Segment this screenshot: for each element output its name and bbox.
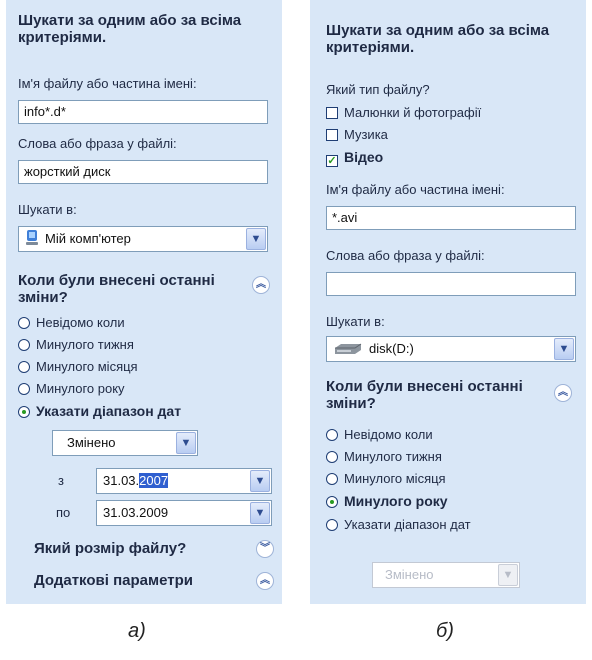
from-date-select[interactable]: 31.03.2007 ▼ xyxy=(96,468,272,494)
advanced-heading[interactable]: Додаткові параметри xyxy=(34,572,193,589)
size-heading[interactable]: Який розмір файлу? xyxy=(34,540,186,557)
chevron-down-icon[interactable]: ▼ xyxy=(554,338,574,360)
search-in-select[interactable]: Мій комп'ютер ▼ xyxy=(18,226,268,252)
radio-last-month[interactable]: Минулого місяця xyxy=(18,358,138,376)
caption-a: а) xyxy=(128,620,146,642)
radio-last-year[interactable]: Минулого року xyxy=(18,380,125,398)
double-chevron-up-icon[interactable]: ︽ xyxy=(256,572,274,590)
chevron-down-icon: ▼ xyxy=(498,564,518,586)
filename-label: Ім'я файлу або частина імені: xyxy=(326,182,505,197)
search-heading: Шукати за одним або за всіма критеріями. xyxy=(326,22,550,56)
date-type-select: Змінено ▼ xyxy=(372,562,520,588)
phrase-label: Слова або фраза у файлі: xyxy=(18,136,177,151)
search-in-select[interactable]: disk(D:) ▼ xyxy=(326,336,576,362)
checkbox-pictures[interactable]: Малюнки й фотографії xyxy=(326,104,481,122)
radio-unknown[interactable]: Невідомо коли xyxy=(326,426,433,444)
from-date-prefix: 31.03. xyxy=(103,473,140,488)
radio-unknown[interactable]: Невідомо коли xyxy=(18,314,125,332)
checkbox-video[interactable]: ✓ Відео xyxy=(326,148,383,167)
phrase-label: Слова або фраза у файлі: xyxy=(326,248,485,263)
radio-last-year[interactable]: Минулого року xyxy=(326,492,448,510)
search-in-label: Шукати в: xyxy=(18,202,77,217)
modified-heading: Коли були внесені останні зміни? xyxy=(326,378,523,412)
radio-last-week[interactable]: Минулого тижня xyxy=(326,448,442,466)
radio-last-month[interactable]: Минулого місяця xyxy=(326,470,446,488)
modified-heading: Коли були внесені останні зміни? xyxy=(18,272,215,306)
caption-b: б) xyxy=(436,620,454,642)
radio-date-range[interactable]: Указати діапазон дат xyxy=(18,402,181,420)
to-date-value: 31.03.2009 xyxy=(103,505,169,520)
checkmark-icon: ✓ xyxy=(326,155,338,167)
radio-date-range[interactable]: Указати діапазон дат xyxy=(326,516,471,534)
double-chevron-down-icon[interactable]: ︾ xyxy=(256,540,274,558)
chevron-down-icon[interactable]: ▼ xyxy=(250,470,270,492)
chevron-down-icon[interactable]: ▼ xyxy=(250,502,270,524)
double-chevron-up-icon[interactable]: ︽ xyxy=(554,384,572,402)
hard-disk-icon xyxy=(335,343,362,354)
search-panel-b: Шукати за одним або за всіма критеріями.… xyxy=(310,0,586,604)
search-in-label: Шукати в: xyxy=(326,314,385,329)
to-date-select[interactable]: 31.03.2009 ▼ xyxy=(96,500,272,526)
computer-icon xyxy=(26,230,38,245)
filename-input[interactable]: *.avi xyxy=(326,206,576,230)
phrase-input[interactable]: жорсткий диск xyxy=(18,160,268,184)
filename-input[interactable]: info*.d* xyxy=(18,100,268,124)
checkbox-music[interactable]: Музика xyxy=(326,126,388,144)
search-heading: Шукати за одним або за всіма критеріями. xyxy=(18,12,242,46)
search-in-value: Мій комп'ютер xyxy=(45,231,131,246)
chevron-down-icon[interactable]: ▼ xyxy=(246,228,266,250)
chevron-down-icon[interactable]: ▼ xyxy=(176,432,196,454)
double-chevron-up-icon[interactable]: ︽ xyxy=(252,276,270,294)
filename-label: Ім'я файлу або частина імені: xyxy=(18,76,197,91)
search-in-value: disk(D:) xyxy=(369,341,414,356)
search-panel-a: Шукати за одним або за всіма критеріями.… xyxy=(6,0,282,604)
from-label: з xyxy=(58,473,64,488)
to-label: по xyxy=(56,505,71,520)
date-type-value: Змінено xyxy=(385,567,434,582)
phrase-input[interactable] xyxy=(326,272,576,296)
date-type-value: Змінено xyxy=(67,435,116,450)
date-type-select[interactable]: Змінено ▼ xyxy=(52,430,198,456)
file-type-label: Який тип файлу? xyxy=(326,82,430,97)
from-date-selected: 2007 xyxy=(139,473,169,488)
radio-last-week[interactable]: Минулого тижня xyxy=(18,336,134,354)
